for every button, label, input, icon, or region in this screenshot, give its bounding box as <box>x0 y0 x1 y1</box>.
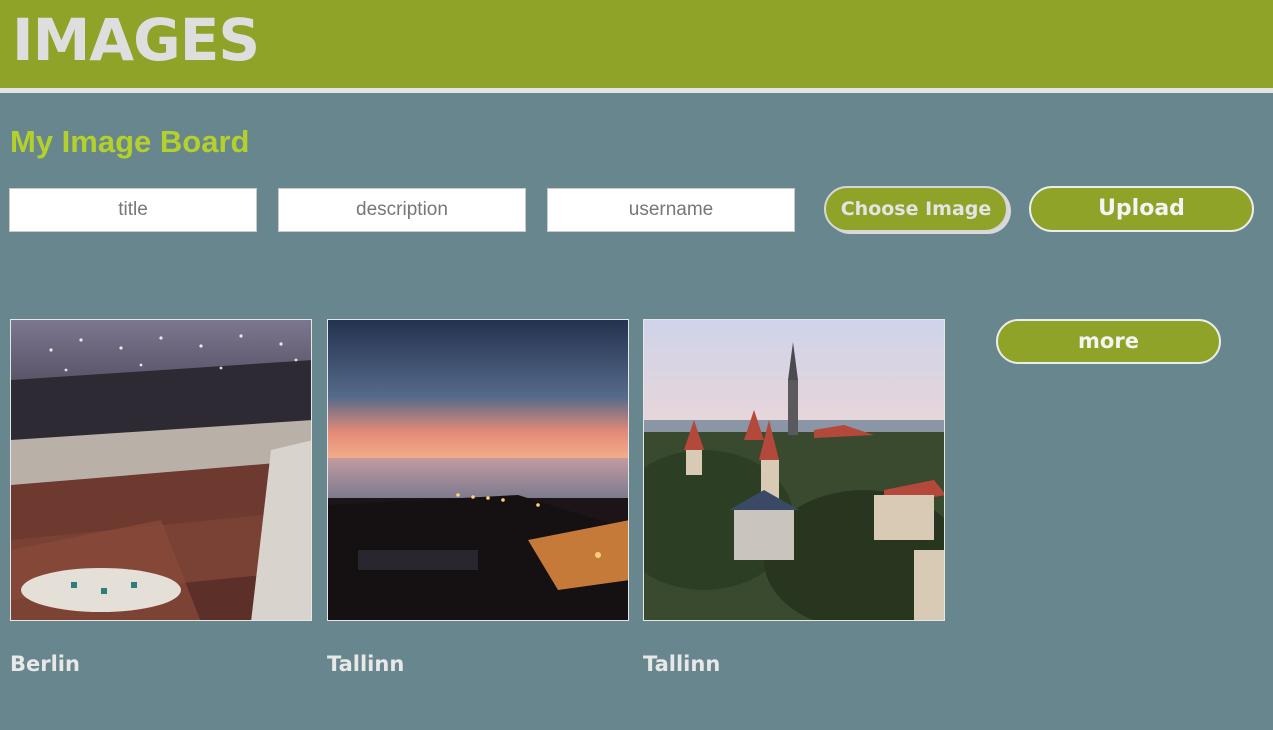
image-thumbnail[interactable] <box>10 319 312 621</box>
image-caption: Berlin <box>10 652 80 676</box>
board-title: My Image Board <box>10 124 250 159</box>
page-header: IMAGES <box>0 0 1273 93</box>
old-town-photo <box>644 320 944 620</box>
site-title: IMAGES <box>12 6 260 74</box>
image-caption: Tallinn <box>643 652 721 676</box>
choose-image-button[interactable]: Choose Image <box>824 186 1008 232</box>
image-caption: Tallinn <box>327 652 405 676</box>
image-card[interactable]: Tallinn <box>643 319 947 676</box>
sunset-photo <box>328 320 628 620</box>
image-card[interactable]: Tallinn <box>327 319 631 676</box>
concert-hall-photo <box>11 320 311 620</box>
description-input[interactable] <box>278 188 526 232</box>
more-button[interactable]: more <box>996 319 1221 364</box>
title-input[interactable] <box>9 188 257 232</box>
image-thumbnail[interactable] <box>643 319 945 621</box>
username-input[interactable] <box>547 188 795 232</box>
upload-button[interactable]: Upload <box>1029 186 1254 232</box>
image-card[interactable]: Berlin <box>10 319 314 676</box>
image-thumbnail[interactable] <box>327 319 629 621</box>
